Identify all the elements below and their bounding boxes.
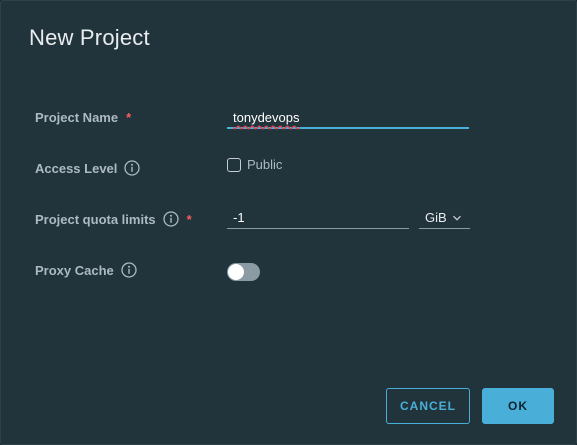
toggle-knob: [228, 264, 244, 280]
access-level-label-row: Access Level: [35, 160, 141, 176]
project-name-label: Project Name: [35, 110, 119, 125]
new-project-dialog: New Project Project Name * tonydevops Ac…: [0, 0, 577, 445]
required-marker: *: [126, 110, 132, 125]
quota-input[interactable]: -1: [227, 207, 409, 229]
project-name-label-row: Project Name *: [35, 110, 131, 125]
proxy-cache-label: Proxy Cache: [35, 262, 114, 278]
proxy-cache-label-row: Proxy Cache: [35, 262, 137, 278]
quota-label-row: Project quota limits *: [35, 211, 192, 227]
quota-value: -1: [233, 210, 245, 225]
quota-unit-value: GiB: [425, 210, 447, 225]
quota-label: Project quota limits: [35, 211, 156, 227]
cancel-button[interactable]: CANCEL: [386, 388, 470, 424]
chevron-down-icon: [452, 215, 461, 221]
quota-unit-select[interactable]: GiB: [419, 207, 470, 229]
info-icon[interactable]: [162, 211, 179, 227]
required-marker: *: [186, 211, 192, 227]
ok-button[interactable]: OK: [482, 388, 554, 424]
dialog-title: New Project: [29, 25, 150, 50]
project-name-value: tonydevops: [233, 109, 300, 125]
public-checkbox[interactable]: [227, 157, 241, 172]
proxy-cache-toggle[interactable]: [227, 263, 260, 281]
public-checkbox-label[interactable]: Public: [247, 157, 282, 172]
access-level-label: Access Level: [35, 160, 118, 176]
info-icon[interactable]: [121, 262, 137, 278]
info-icon[interactable]: [124, 160, 141, 176]
public-checkbox-wrap[interactable]: Public: [227, 157, 282, 172]
project-name-input[interactable]: tonydevops: [227, 107, 469, 129]
